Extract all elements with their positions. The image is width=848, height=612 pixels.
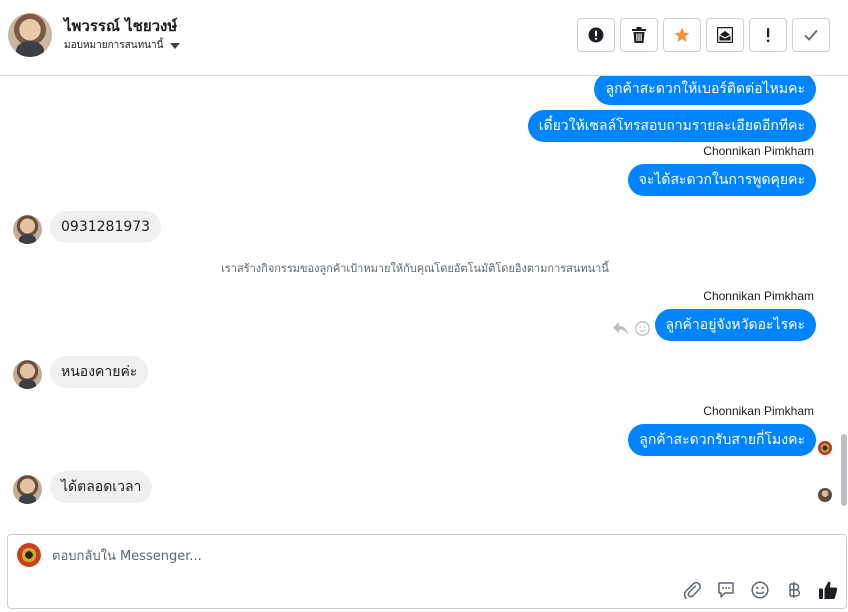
page-avatar bbox=[17, 543, 41, 567]
follow-up-button[interactable] bbox=[749, 18, 787, 52]
delete-button[interactable] bbox=[620, 18, 658, 52]
incoming-message[interactable]: 0931281973 bbox=[50, 211, 162, 243]
contact-avatar-small[interactable] bbox=[13, 360, 42, 389]
caret-down-icon bbox=[170, 42, 181, 49]
system-note: เราสร้างกิจกรรมของลูกค้าเป้าหมายให้กับคุ… bbox=[221, 262, 609, 275]
sender-name: Chonnikan Pimkham bbox=[703, 404, 814, 418]
reply-input[interactable] bbox=[52, 547, 752, 565]
assign-conversation-dropdown[interactable]: มอบหมายการสนทนานี้ bbox=[64, 38, 181, 53]
attach-file-button[interactable] bbox=[682, 580, 702, 600]
sender-name: Chonnikan Pimkham bbox=[703, 144, 814, 158]
scrollbar-thumb[interactable] bbox=[841, 434, 847, 506]
react-emoji-icon[interactable] bbox=[635, 321, 650, 336]
baht-icon bbox=[789, 582, 801, 598]
thread-scrollbar[interactable] bbox=[841, 76, 847, 528]
saved-replies-button[interactable] bbox=[716, 580, 736, 600]
mark-done-button[interactable] bbox=[792, 18, 830, 52]
contact-avatar[interactable] bbox=[8, 13, 52, 57]
thumbs-up-icon bbox=[819, 581, 838, 599]
mark-unread-button[interactable] bbox=[706, 18, 744, 52]
payment-button[interactable] bbox=[784, 580, 804, 600]
alert-circle-icon bbox=[588, 27, 604, 43]
star-button[interactable] bbox=[663, 18, 701, 52]
message-composer bbox=[7, 534, 847, 609]
reply-icon[interactable] bbox=[613, 321, 629, 336]
contact-avatar-small[interactable] bbox=[13, 215, 42, 244]
speech-bubble-icon bbox=[718, 582, 734, 598]
assign-label: มอบหมายการสนทนานี้ bbox=[64, 40, 164, 51]
conversation-header: ไพวรรณ์ ไชยวงษ์ มอบหมายการสนทนานี้ bbox=[0, 0, 848, 76]
envelope-icon bbox=[717, 27, 733, 43]
mark-spam-button[interactable] bbox=[577, 18, 615, 52]
check-icon bbox=[804, 29, 818, 41]
outgoing-message[interactable]: ลูกค้าสะดวกให้เบอร์ติดต่อไหมคะ bbox=[594, 76, 816, 105]
trash-icon bbox=[632, 27, 646, 43]
outgoing-message[interactable]: ลูกค้าสะดวกรับสายกี่โมงคะ bbox=[628, 424, 816, 456]
exclamation-icon bbox=[766, 28, 770, 43]
outgoing-message[interactable]: เดี๋ยวให้เซลล์โทรสอบถามรายละเอียดอีกทีคะ bbox=[527, 110, 816, 142]
page-seen-avatar bbox=[818, 441, 832, 455]
emoji-icon bbox=[751, 581, 769, 599]
send-like-button[interactable] bbox=[818, 580, 838, 600]
message-actions bbox=[613, 321, 650, 336]
star-icon bbox=[674, 27, 690, 42]
contact-avatar-small[interactable] bbox=[13, 475, 42, 504]
outgoing-message[interactable]: ลูกค้าอยู่จังหวัดอะไรคะ bbox=[654, 309, 816, 341]
conversation-toolbar bbox=[577, 18, 830, 52]
paperclip-icon bbox=[683, 581, 701, 599]
composer-tools bbox=[682, 580, 838, 600]
contact-seen-avatar bbox=[818, 488, 832, 502]
sender-name: Chonnikan Pimkham bbox=[703, 289, 814, 303]
incoming-message[interactable]: หนองคายค่ะ bbox=[50, 356, 149, 388]
contact-name[interactable]: ไพวรรณ์ ไชยวงษ์ bbox=[64, 14, 177, 38]
incoming-message[interactable]: ได้ตลอดเวลา bbox=[50, 471, 153, 503]
emoji-button[interactable] bbox=[750, 580, 770, 600]
outgoing-message[interactable]: จะได้สะดวกในการพูดคุยคะ bbox=[627, 164, 816, 196]
message-thread[interactable]: ลูกค้าสะดวกให้เบอร์ติดต่อไหมคะ เดี๋ยวให้… bbox=[0, 76, 848, 528]
